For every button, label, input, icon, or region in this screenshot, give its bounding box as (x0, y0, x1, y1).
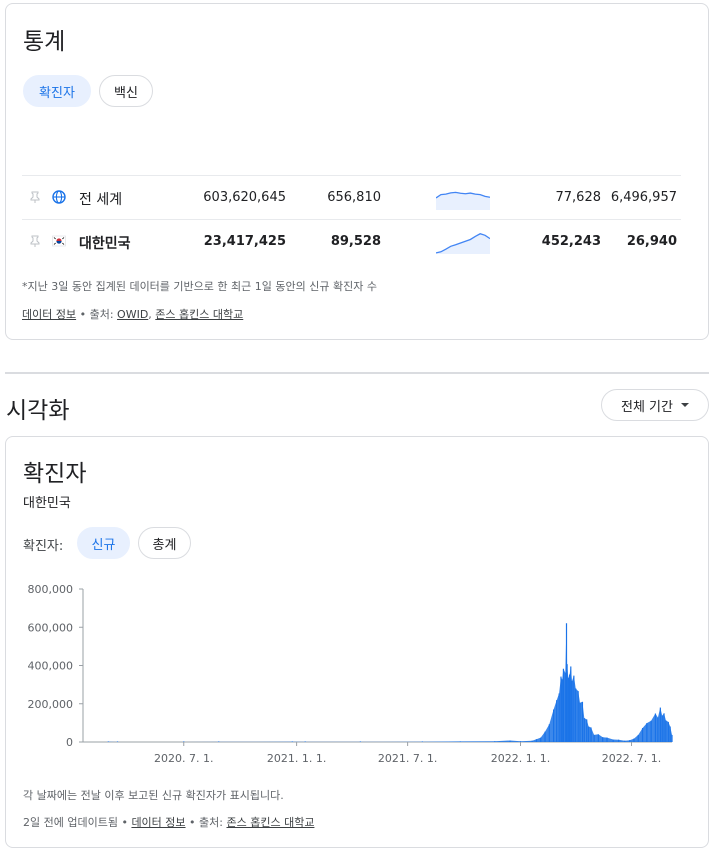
updated-text: 2일 전에 업데이트됨 (23, 816, 118, 829)
sparkline-area (436, 233, 490, 254)
tab-cases[interactable]: 확진자 (23, 75, 91, 107)
pin-icon[interactable] (30, 191, 40, 203)
pin-icon[interactable] (30, 235, 40, 247)
visualization-title: 시각화 (6, 398, 70, 424)
total-cases: 23,417,425 (203, 234, 286, 249)
chart-card: 확진자 대한민국 확진자: 신규 총계 0 200,000 400,000 600,0… (5, 436, 709, 848)
chart-title: 확진자 (23, 461, 87, 487)
stats-title: 통계 (23, 29, 66, 55)
total-cases: 603,620,645 (203, 190, 286, 205)
chevron-down-icon (680, 403, 689, 407)
chart-subtitle: 대한민국 (23, 496, 71, 511)
x-tick-label: 2020. 7. 1. (154, 752, 213, 765)
cases-area (108, 623, 673, 742)
row-value-4: 452,243 (541, 234, 601, 249)
y-tick-label: 0 (66, 736, 73, 749)
toggle-new[interactable]: 신규 (77, 527, 130, 559)
y-tick-label: 800,000 (28, 583, 74, 596)
y-tick-label: 600,000 (28, 621, 74, 634)
row-value-5: 6,496,957 (610, 190, 677, 205)
period-label: 전체 기간 (621, 399, 673, 415)
trend-sparkline (436, 191, 490, 210)
source-owid-link[interactable]: OWID (117, 308, 148, 321)
stats-row-korea[interactable]: 대한민국 23,417,425 89,528 452,243 26,940 (22, 219, 681, 263)
toggle-label: 확진자: (23, 539, 64, 554)
x-tick-label: 2021. 1. 1. (267, 752, 326, 765)
x-tick-label: 2021. 7. 1. (378, 752, 437, 765)
chart-caption: 각 날짜에는 전날 이후 보고된 신규 확진자가 표시됩니다. (23, 789, 284, 802)
stats-card: 통계 확진자 백신 전 세계 603,620,645 656,810 77,62… (5, 3, 709, 340)
stats-row-world[interactable]: 전 세계 603,620,645 656,810 77,628 6,496,95… (22, 175, 681, 219)
globe-icon (52, 190, 66, 204)
data-info-link[interactable]: 데이터 정보 (131, 816, 185, 829)
cases-chart[interactable]: 0 200,000 400,000 600,000 800,000 2020. 7. 1.… (6, 577, 706, 777)
row-value-5: 26,940 (626, 234, 677, 249)
chart-source-line: 2일 전에 업데이트됨 • 데이터 정보 • 출처: 존스 홉킨스 대학교 (23, 816, 315, 829)
row-value-4: 77,628 (555, 190, 602, 205)
footnote: *지난 3일 동안 집계된 데이터를 기반으로 한 최근 1일 동안의 신규 확… (22, 280, 377, 293)
y-tick-label: 400,000 (28, 660, 74, 673)
section-divider (5, 372, 709, 374)
source-jhu-link[interactable]: 존스 홉킨스 대학교 (155, 308, 243, 321)
source-prefix: • 출처: (76, 308, 118, 321)
new-cases: 656,810 (327, 190, 381, 205)
x-tick-label: 2022. 1. 1. (491, 752, 550, 765)
toggle-total[interactable]: 총계 (138, 527, 191, 559)
source-jhu-link[interactable]: 존스 홉킨스 대학교 (226, 816, 314, 829)
source-line: 데이터 정보 • 출처: OWID, 존스 홉킨스 대학교 (22, 306, 243, 322)
row-name: 전 세계 (79, 192, 123, 208)
x-tick-label: 2022. 7. 1. (602, 752, 661, 765)
korea-flag-icon (52, 235, 66, 247)
new-cases: 89,528 (330, 234, 381, 249)
trend-sparkline (436, 233, 490, 254)
y-tick-label: 200,000 (28, 698, 74, 711)
data-info-link[interactable]: 데이터 정보 (22, 308, 76, 321)
tab-vaccine[interactable]: 백신 (99, 75, 153, 107)
source-prefix: • 출처: (185, 816, 227, 829)
period-dropdown[interactable]: 전체 기간 (601, 389, 709, 421)
row-name: 대한민국 (79, 236, 131, 252)
